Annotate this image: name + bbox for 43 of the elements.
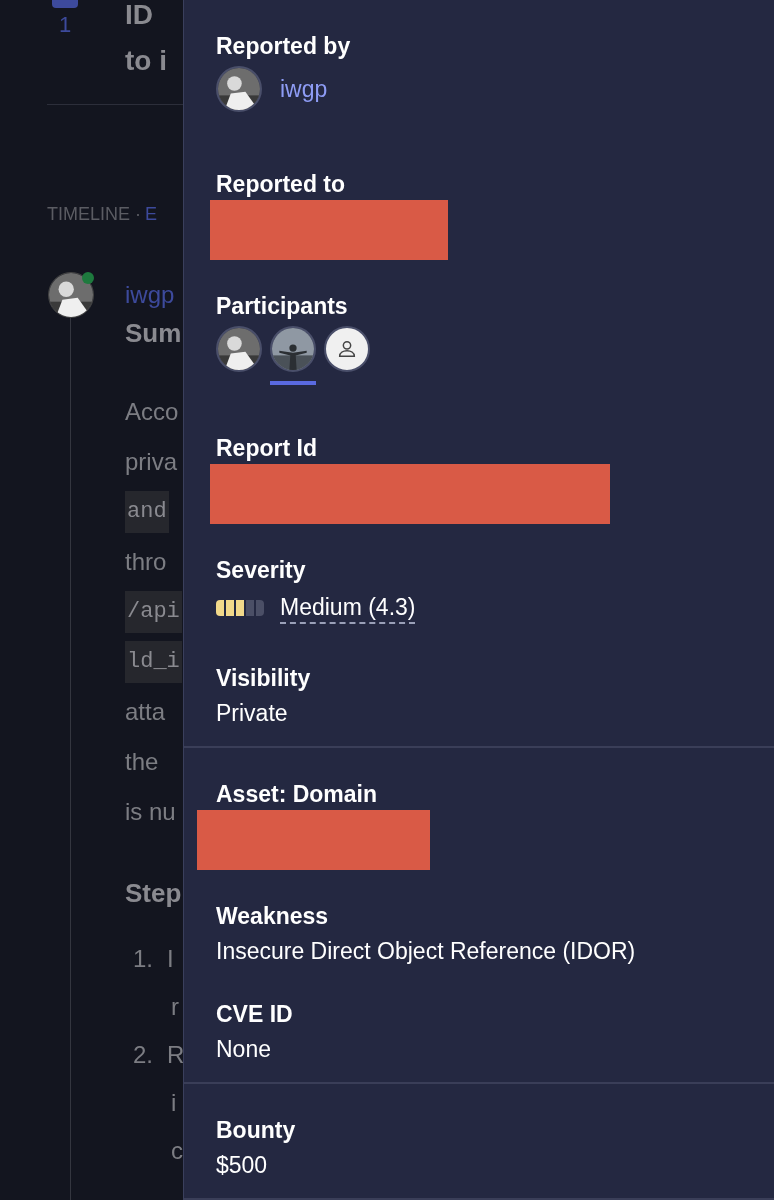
field-label: Asset: Domain — [216, 780, 379, 809]
field-label: CVE ID — [216, 1000, 294, 1029]
field-label: Report Id — [216, 434, 318, 463]
field-label: Reported to — [216, 170, 347, 199]
title-text: to i — [125, 44, 167, 78]
list-text: I — [167, 944, 174, 974]
list-number: 1. — [133, 944, 153, 974]
field-label: Reported by — [216, 32, 352, 61]
field-label: Severity — [216, 556, 307, 585]
participant-avatar[interactable] — [324, 326, 370, 372]
person-icon — [336, 338, 358, 360]
paragraph-text: thro — [125, 547, 168, 577]
severity-value[interactable]: Medium (4.3) — [280, 592, 416, 624]
list-text: c — [170, 1136, 183, 1166]
field-value: Insecure Direct Object Reference (IDOR) — [216, 937, 637, 966]
list-number: 2. — [133, 1040, 153, 1070]
list-text: i — [170, 1088, 177, 1118]
field-label: Bounty — [216, 1116, 297, 1145]
paragraph-text: priva — [125, 447, 179, 477]
username-link[interactable]: iwgp — [280, 71, 328, 107]
paragraph-text: atta — [125, 697, 167, 727]
paragraph-text: Acco — [125, 397, 180, 427]
title-text: ID — [125, 0, 154, 32]
code-text: ld_i — [125, 641, 182, 683]
timeline-label: TIMELINE · — [47, 205, 141, 223]
code-text: and — [125, 491, 169, 533]
vote-count: 1 — [58, 14, 72, 36]
paragraph-text: the — [125, 747, 160, 777]
avatar[interactable] — [216, 66, 262, 112]
field-label: Weakness — [216, 902, 330, 931]
list-text: r — [170, 992, 179, 1022]
participant-avatar[interactable] — [216, 326, 262, 372]
section-heading: Sum — [125, 317, 183, 350]
field-label: Participants — [216, 292, 349, 321]
code-text: /api — [125, 591, 182, 633]
paragraph-text: is nu — [125, 797, 177, 827]
field-label: Visibility — [216, 664, 312, 693]
field-value: $500 — [216, 1151, 269, 1180]
avatar[interactable] — [48, 272, 94, 318]
field-value: Private — [216, 699, 289, 728]
field-value: None — [216, 1035, 272, 1064]
list-text: R — [167, 1040, 183, 1070]
section-heading: Step — [125, 877, 183, 910]
